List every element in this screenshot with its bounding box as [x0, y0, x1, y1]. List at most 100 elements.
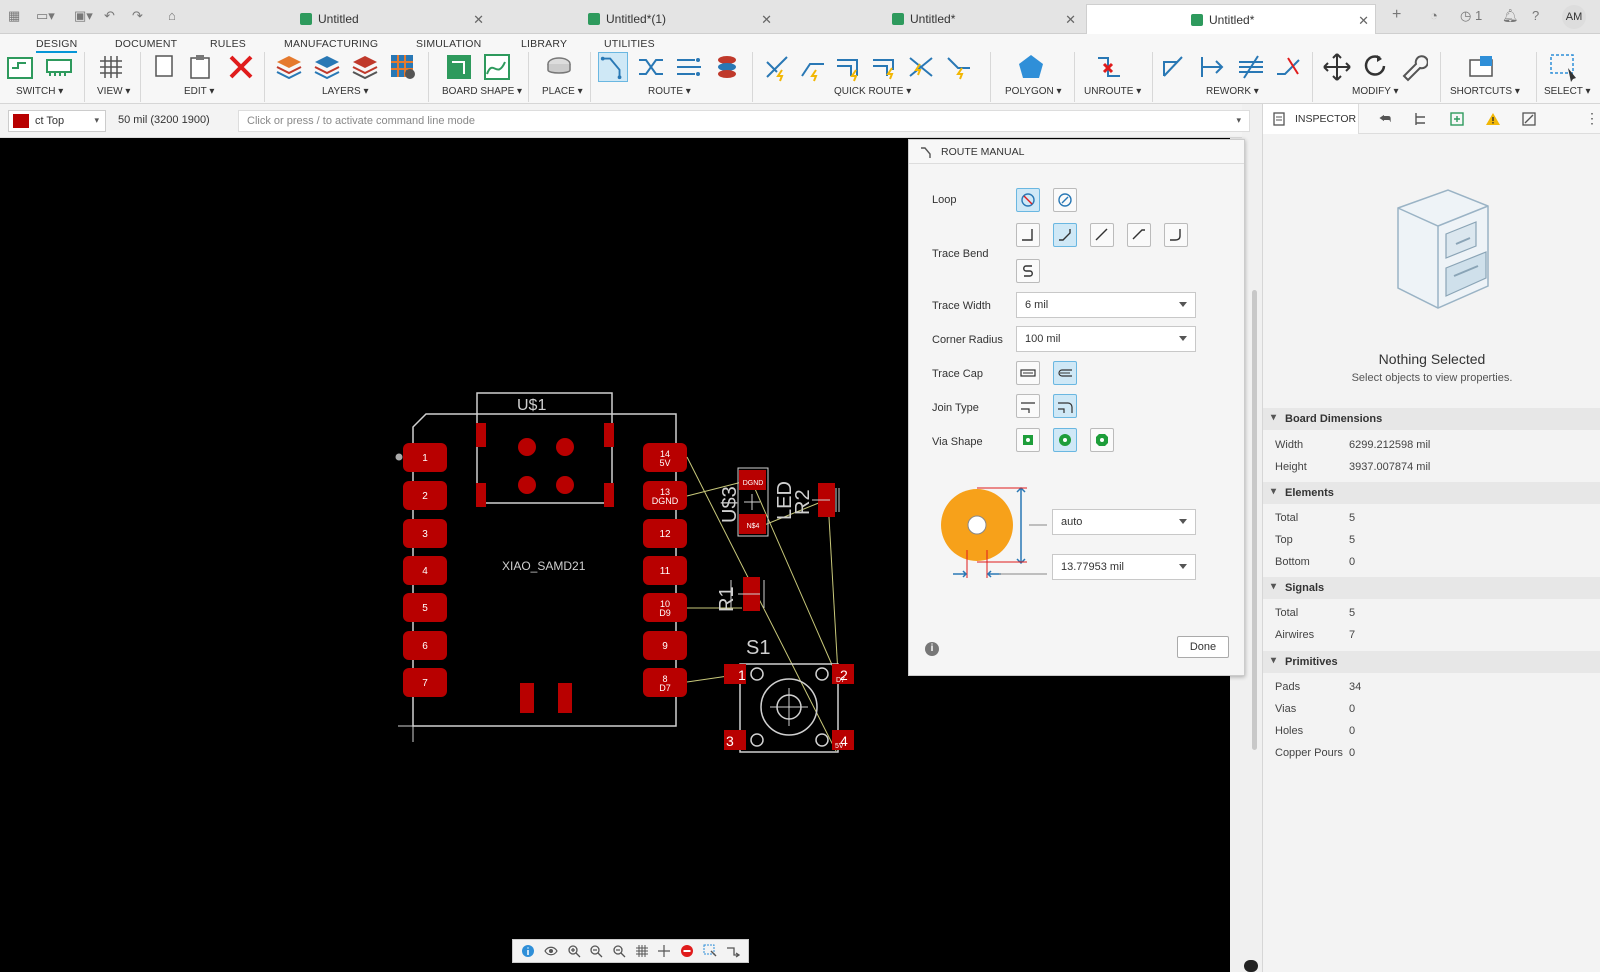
tab-document[interactable]: DOCUMENT	[115, 38, 177, 50]
info-icon[interactable]: i	[925, 642, 939, 656]
chevron-down-icon[interactable]: ▾	[1236, 115, 1241, 126]
zoom-out-icon[interactable]	[589, 944, 603, 958]
crosshair-icon[interactable]	[657, 944, 671, 958]
group-board-shape[interactable]: BOARD SHAPE ▾	[442, 86, 522, 97]
bend-arc-button[interactable]	[1164, 223, 1188, 247]
group-layers[interactable]: LAYERS ▾	[322, 86, 369, 97]
tab-utilities[interactable]: UTILITIES	[604, 38, 655, 50]
via-square-button[interactable]	[1016, 428, 1040, 452]
group-unroute[interactable]: UNROUTE ▾	[1084, 86, 1141, 97]
extend-trace-icon[interactable]	[1198, 52, 1228, 82]
grid-size-readout[interactable]: 50 mil (3200 1900)	[118, 114, 210, 126]
notifications-count[interactable]: ◷ 1	[1460, 8, 1482, 24]
done-button[interactable]: Done	[1177, 636, 1229, 658]
layer-settings-icon[interactable]	[388, 52, 418, 82]
paste-icon[interactable]	[186, 52, 216, 82]
usb-pad[interactable]	[556, 438, 574, 456]
job-status-icon[interactable]: ◔	[1430, 8, 1438, 23]
group-place[interactable]: PLACE ▾	[542, 86, 583, 97]
copy-icon[interactable]	[150, 52, 180, 82]
grid-icon[interactable]	[635, 944, 649, 958]
bottom-pad[interactable]	[558, 683, 572, 713]
spread-traces-icon[interactable]	[1236, 52, 1266, 82]
delete-icon[interactable]	[226, 52, 256, 82]
redo-icon[interactable]: ↷	[132, 8, 143, 24]
quick-route-signal-icon[interactable]	[798, 52, 828, 82]
slide-trace-icon[interactable]	[1160, 52, 1190, 82]
layer-stack-icon[interactable]	[312, 52, 342, 82]
schematic-switch-icon[interactable]	[6, 52, 36, 82]
drc-icon[interactable]	[1521, 111, 1537, 127]
meander-icon[interactable]	[712, 52, 742, 82]
section-board-dimensions[interactable]: Board Dimensions	[1263, 408, 1600, 430]
tab-library[interactable]: LIBRARY	[521, 38, 567, 50]
unroute-icon[interactable]	[1094, 52, 1124, 82]
selection-filter-icon[interactable]: ⮪	[1379, 111, 1391, 127]
corner-radius-select[interactable]: 100 mil	[1016, 326, 1196, 352]
tab-manufacturing[interactable]: MANUFACTURING	[284, 38, 378, 50]
cap-round-button[interactable]	[1053, 361, 1077, 385]
zoom-in-icon[interactable]	[612, 944, 626, 958]
layer-visibility-icon[interactable]	[350, 52, 380, 82]
group-shortcuts[interactable]: SHORTCUTS ▾	[1450, 86, 1520, 97]
document-tab[interactable]: Untitled* ✕	[892, 4, 1082, 34]
via-round-button[interactable]	[1053, 428, 1077, 452]
undo-icon[interactable]: ↶	[104, 8, 115, 24]
document-tab-active[interactable]: Untitled* ✕	[1086, 4, 1376, 34]
shortcut-icon[interactable]	[1466, 52, 1496, 82]
board-outline-icon[interactable]	[444, 52, 474, 82]
design-manager-icon[interactable]	[1449, 111, 1465, 127]
cap-flat-button[interactable]	[1016, 361, 1040, 385]
grid-icon[interactable]	[96, 52, 126, 82]
quick-route-multiple-icon[interactable]	[834, 52, 864, 82]
board-curve-icon[interactable]	[482, 52, 512, 82]
usb-pad[interactable]	[476, 483, 486, 507]
via-diameter-select[interactable]: auto	[1052, 509, 1196, 535]
eye-icon[interactable]	[544, 944, 558, 958]
polygon-icon[interactable]	[1016, 52, 1046, 82]
app-grid-icon[interactable]: ▦	[8, 8, 20, 24]
document-tab[interactable]: Untitled*(1) ✕	[588, 4, 778, 34]
usb-pad[interactable]	[556, 476, 574, 494]
tab-simulation[interactable]: SIMULATION	[416, 38, 481, 50]
via-octagon-button[interactable]	[1090, 428, 1114, 452]
usb-pad[interactable]	[476, 423, 486, 447]
more-options-icon[interactable]: ⋮	[1585, 110, 1599, 127]
section-primitives[interactable]: Primitives	[1263, 651, 1600, 673]
differential-pair-icon[interactable]	[636, 52, 666, 82]
close-icon[interactable]: ✕	[1065, 12, 1076, 28]
rotate-icon[interactable]	[1360, 52, 1390, 82]
bend-45-alt-button[interactable]	[1127, 223, 1151, 247]
section-elements[interactable]: Elements	[1263, 482, 1600, 504]
new-tab-icon[interactable]: +	[1392, 6, 1401, 24]
group-polygon[interactable]: POLYGON ▾	[1005, 86, 1062, 97]
bend-45-button[interactable]	[1053, 223, 1077, 247]
loop-keep-button[interactable]	[1053, 188, 1077, 212]
join-miter-button[interactable]	[1016, 394, 1040, 418]
wrench-icon[interactable]	[1398, 52, 1428, 82]
close-icon[interactable]: ✕	[761, 12, 772, 28]
group-modify[interactable]: MODIFY ▾	[1352, 86, 1399, 97]
layers-icon[interactable]	[274, 52, 304, 82]
tab-design[interactable]: DESIGN	[36, 38, 78, 53]
section-signals[interactable]: Signals	[1263, 577, 1600, 599]
bend-90-button[interactable]	[1016, 223, 1040, 247]
save-icon[interactable]: ▣▾	[74, 8, 93, 24]
vertical-scrollbar[interactable]	[1252, 290, 1257, 750]
usb-pad[interactable]	[604, 483, 614, 507]
quick-route-all-icon[interactable]	[906, 52, 936, 82]
file-menu-icon[interactable]: ▭▾	[36, 8, 55, 24]
bottom-pad[interactable]	[520, 683, 534, 713]
quick-route-airwire-icon[interactable]	[762, 52, 792, 82]
layer-select[interactable]: ct Top ▾	[8, 110, 106, 132]
loop-remove-button[interactable]	[1016, 188, 1040, 212]
via-drill-select[interactable]: 13.77953 mil	[1052, 554, 1196, 580]
trace-width-select[interactable]: 6 mil	[1016, 292, 1196, 318]
warning-icon[interactable]	[1485, 111, 1501, 127]
close-icon[interactable]: ✕	[473, 12, 484, 28]
multi-route-icon[interactable]	[674, 52, 704, 82]
avatar[interactable]: AM	[1562, 5, 1586, 29]
group-route[interactable]: ROUTE ▾	[648, 86, 691, 97]
move-icon[interactable]	[1322, 52, 1352, 82]
home-icon[interactable]: ⌂	[168, 8, 176, 23]
